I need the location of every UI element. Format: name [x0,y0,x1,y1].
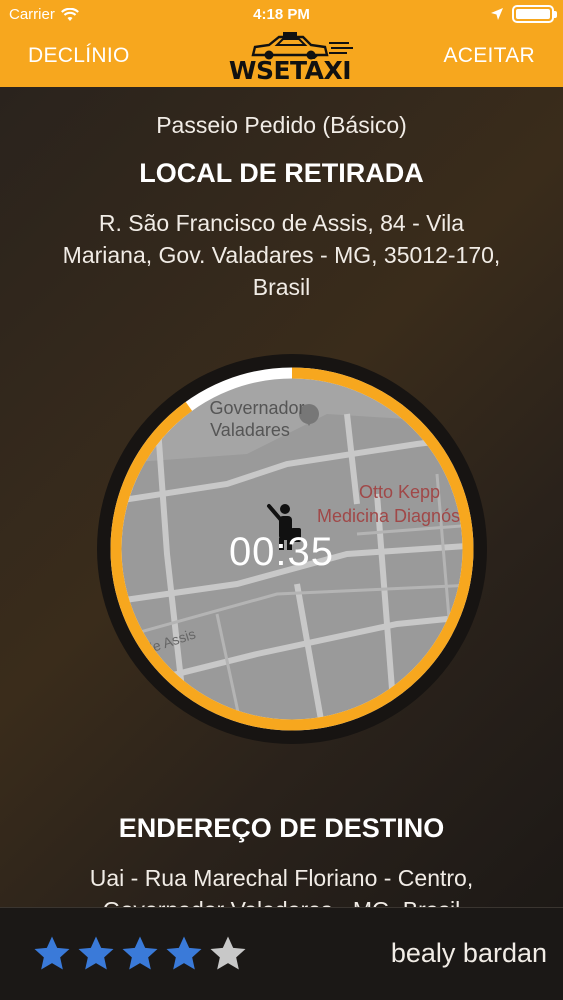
destination-title: ENDEREÇO DE DESTINO [118,813,445,843]
map-place-label: Medicina Diagnóstic [317,506,478,526]
accept-button[interactable]: ACEITAR [443,44,535,68]
destination-address-line: Uai - Rua Marechal Floriano - Centro, [89,865,474,891]
pickup-address-line: R. São Francisco de Assis, 84 - Vila [98,210,465,236]
status-right [490,5,557,23]
star-filled-icon [122,936,158,970]
star-filled-icon [78,936,114,970]
pickup-address: R. São Francisco de Assis, 84 - Vila Mar… [20,207,543,303]
star-empty-icon [210,936,246,970]
star-filled-icon [166,936,202,970]
location-arrow-icon [491,8,503,20]
status-bar: Carrier 4:18 PM [0,0,563,30]
driver-rating [32,934,248,974]
navigation-bar: DECLÍNIO WSETÁXI ACEITAR [0,30,563,87]
driver-name: bealy bardan [390,938,547,968]
pickup-title: LOCAL DE RETIRADA [139,158,424,188]
driver-info-bar: bealy bardan [0,907,563,1000]
destination-address: Uai - Rua Marechal Floriano - Centro, Go… [20,862,543,907]
ride-type-label: Passeio Pedido (Básico) [156,112,407,138]
status-time: 4:18 PM [253,6,310,23]
star-filled-icon [34,936,70,970]
app-logo: WSETÁXI [225,31,355,85]
pickup-address-line: Mariana, Gov. Valadares - MG, 35012-170, [62,242,501,268]
map-place-label: Governador [209,398,304,418]
top-bar: Carrier 4:18 PM DECLÍNIO WSETÁXI ACEITAR [0,0,563,87]
logo-text: WSETÁXI [228,56,352,85]
countdown-time: 00:35 [228,530,335,574]
pickup-address-line: Brasil [252,274,311,300]
map-place-label: Otto Kepp [359,482,440,502]
destination-address-line: Governador Valadares - MG, Brasil [20,894,543,907]
battery-icon [512,5,557,23]
decline-button[interactable]: DECLÍNIO [28,44,130,68]
map-place-label: Valadares [210,420,290,440]
